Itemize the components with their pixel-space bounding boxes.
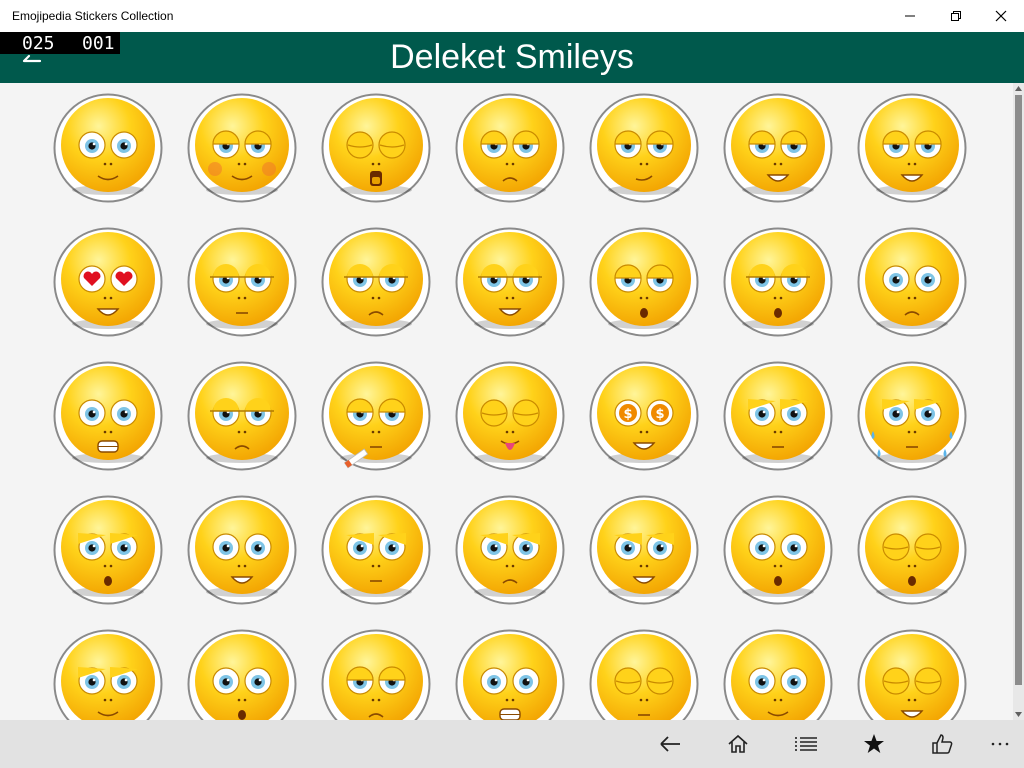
sticker-item[interactable]: [53, 495, 163, 605]
sticker-item[interactable]: [455, 495, 565, 605]
sticker-item[interactable]: $ $: [589, 361, 699, 471]
back-arrow-icon: [660, 736, 680, 752]
bottom-app-bar: [0, 720, 1024, 768]
sticker-grid-area[interactable]: $ $: [0, 83, 1013, 720]
scroll-thumb[interactable]: [1015, 95, 1022, 685]
header-back-icon[interactable]: [22, 52, 42, 66]
vertical-scrollbar[interactable]: [1013, 83, 1024, 720]
sticker-item[interactable]: [857, 361, 967, 471]
sticker-item[interactable]: [723, 93, 833, 203]
sticker-item[interactable]: [589, 227, 699, 337]
sticker-item[interactable]: [53, 629, 163, 720]
sticker-item[interactable]: [723, 495, 833, 605]
sticker-item[interactable]: [187, 361, 297, 471]
sticker-item[interactable]: [589, 93, 699, 203]
svg-text:$: $: [623, 407, 632, 422]
window-title-bar: Emojipedia Stickers Collection: [0, 0, 1024, 32]
sticker-item[interactable]: [455, 629, 565, 720]
restore-icon: [951, 11, 961, 21]
scroll-down-icon[interactable]: [1013, 708, 1024, 720]
sticker-item[interactable]: [187, 227, 297, 337]
back-button[interactable]: [653, 728, 687, 760]
sticker-item[interactable]: [321, 495, 431, 605]
app-title: Emojipedia Stickers Collection: [12, 9, 174, 23]
sticker-item[interactable]: [857, 629, 967, 720]
sticker-item[interactable]: [187, 495, 297, 605]
sticker-item[interactable]: [321, 93, 431, 203]
thumbs-up-icon: [932, 734, 953, 754]
sticker-item[interactable]: [857, 227, 967, 337]
counter-left: 025: [22, 33, 55, 54]
more-icon: [991, 742, 1009, 746]
sticker-item[interactable]: [455, 361, 565, 471]
close-button[interactable]: [978, 0, 1024, 32]
sticker-item[interactable]: [589, 629, 699, 720]
sticker-item[interactable]: [321, 629, 431, 720]
sticker-grid: $ $: [53, 93, 967, 720]
sticker-item[interactable]: [857, 495, 967, 605]
svg-text:$: $: [655, 407, 664, 422]
home-button[interactable]: [721, 728, 755, 760]
like-button[interactable]: [925, 728, 959, 760]
sticker-item[interactable]: [53, 361, 163, 471]
sticker-item[interactable]: [723, 227, 833, 337]
favorite-button[interactable]: [857, 728, 891, 760]
sticker-item[interactable]: [455, 227, 565, 337]
sticker-item[interactable]: [321, 361, 431, 471]
sticker-item[interactable]: [187, 629, 297, 720]
sticker-item[interactable]: [455, 93, 565, 203]
sticker-item[interactable]: [321, 227, 431, 337]
sticker-item[interactable]: [857, 93, 967, 203]
minimize-button[interactable]: [887, 0, 933, 32]
sticker-item[interactable]: [187, 93, 297, 203]
star-icon: [864, 734, 884, 753]
sticker-item[interactable]: [53, 93, 163, 203]
sticker-item[interactable]: [723, 629, 833, 720]
page-title: Deleket Smileys: [390, 38, 634, 76]
sticker-item[interactable]: [589, 495, 699, 605]
home-icon: [728, 734, 748, 753]
list-icon: [795, 737, 817, 751]
frame-counter: 025 001: [0, 32, 120, 54]
scroll-up-icon[interactable]: [1013, 83, 1024, 95]
close-icon: [995, 10, 1007, 22]
sticker-item[interactable]: [723, 361, 833, 471]
counter-right: 001: [82, 33, 115, 54]
minimize-icon: [905, 15, 915, 17]
more-button[interactable]: [983, 728, 1017, 760]
sticker-item[interactable]: [53, 227, 163, 337]
list-button[interactable]: [789, 728, 823, 760]
restore-button[interactable]: [933, 0, 979, 32]
